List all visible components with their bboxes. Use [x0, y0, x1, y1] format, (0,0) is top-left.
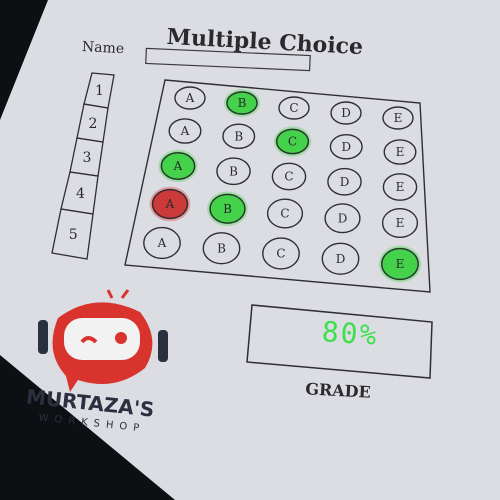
svg-text:B: B — [217, 241, 226, 255]
svg-text:B: B — [238, 96, 247, 110]
bubble-marked: E — [378, 245, 422, 283]
svg-text:D: D — [336, 252, 346, 266]
svg-text:C: C — [276, 247, 285, 261]
svg-text:B: B — [234, 129, 243, 143]
svg-text:A: A — [157, 236, 167, 250]
svg-text:E: E — [394, 111, 403, 125]
svg-text:D: D — [341, 106, 351, 120]
bubble-marked: A — [158, 149, 198, 183]
grade-label: GRADE — [305, 379, 371, 401]
svg-text:E: E — [396, 216, 405, 230]
svg-text:C: C — [289, 101, 298, 115]
question-number: 1 — [95, 83, 104, 99]
question-number: 2 — [89, 116, 98, 132]
svg-text:C: C — [284, 170, 293, 184]
bubble-marked: C — [273, 126, 312, 157]
question-number: 3 — [83, 150, 92, 166]
svg-text:D: D — [341, 140, 351, 154]
question-number: 5 — [69, 227, 78, 243]
svg-text:E: E — [396, 257, 405, 271]
svg-text:C: C — [280, 207, 289, 221]
bubble-marked: B — [224, 89, 260, 117]
svg-text:E: E — [396, 180, 405, 194]
name-label: Name — [82, 39, 125, 57]
bubble-marked: A — [149, 186, 191, 222]
svg-text:B: B — [229, 164, 238, 178]
svg-text:A: A — [185, 91, 195, 105]
svg-text:A: A — [173, 159, 183, 173]
question-number: 4 — [76, 186, 85, 202]
svg-text:C: C — [288, 135, 297, 149]
svg-text:D: D — [340, 175, 350, 189]
photo-scene: Multiple Choice Name 12345 A B C D EA B C D EA B C… — [0, 0, 500, 500]
svg-text:A: A — [180, 124, 190, 138]
bubble-marked: B — [207, 191, 248, 227]
svg-text:D: D — [338, 211, 348, 225]
grade-value: 80% — [321, 315, 380, 352]
svg-text:E: E — [396, 145, 405, 159]
svg-text:B: B — [223, 202, 232, 216]
svg-text:A: A — [165, 197, 175, 211]
